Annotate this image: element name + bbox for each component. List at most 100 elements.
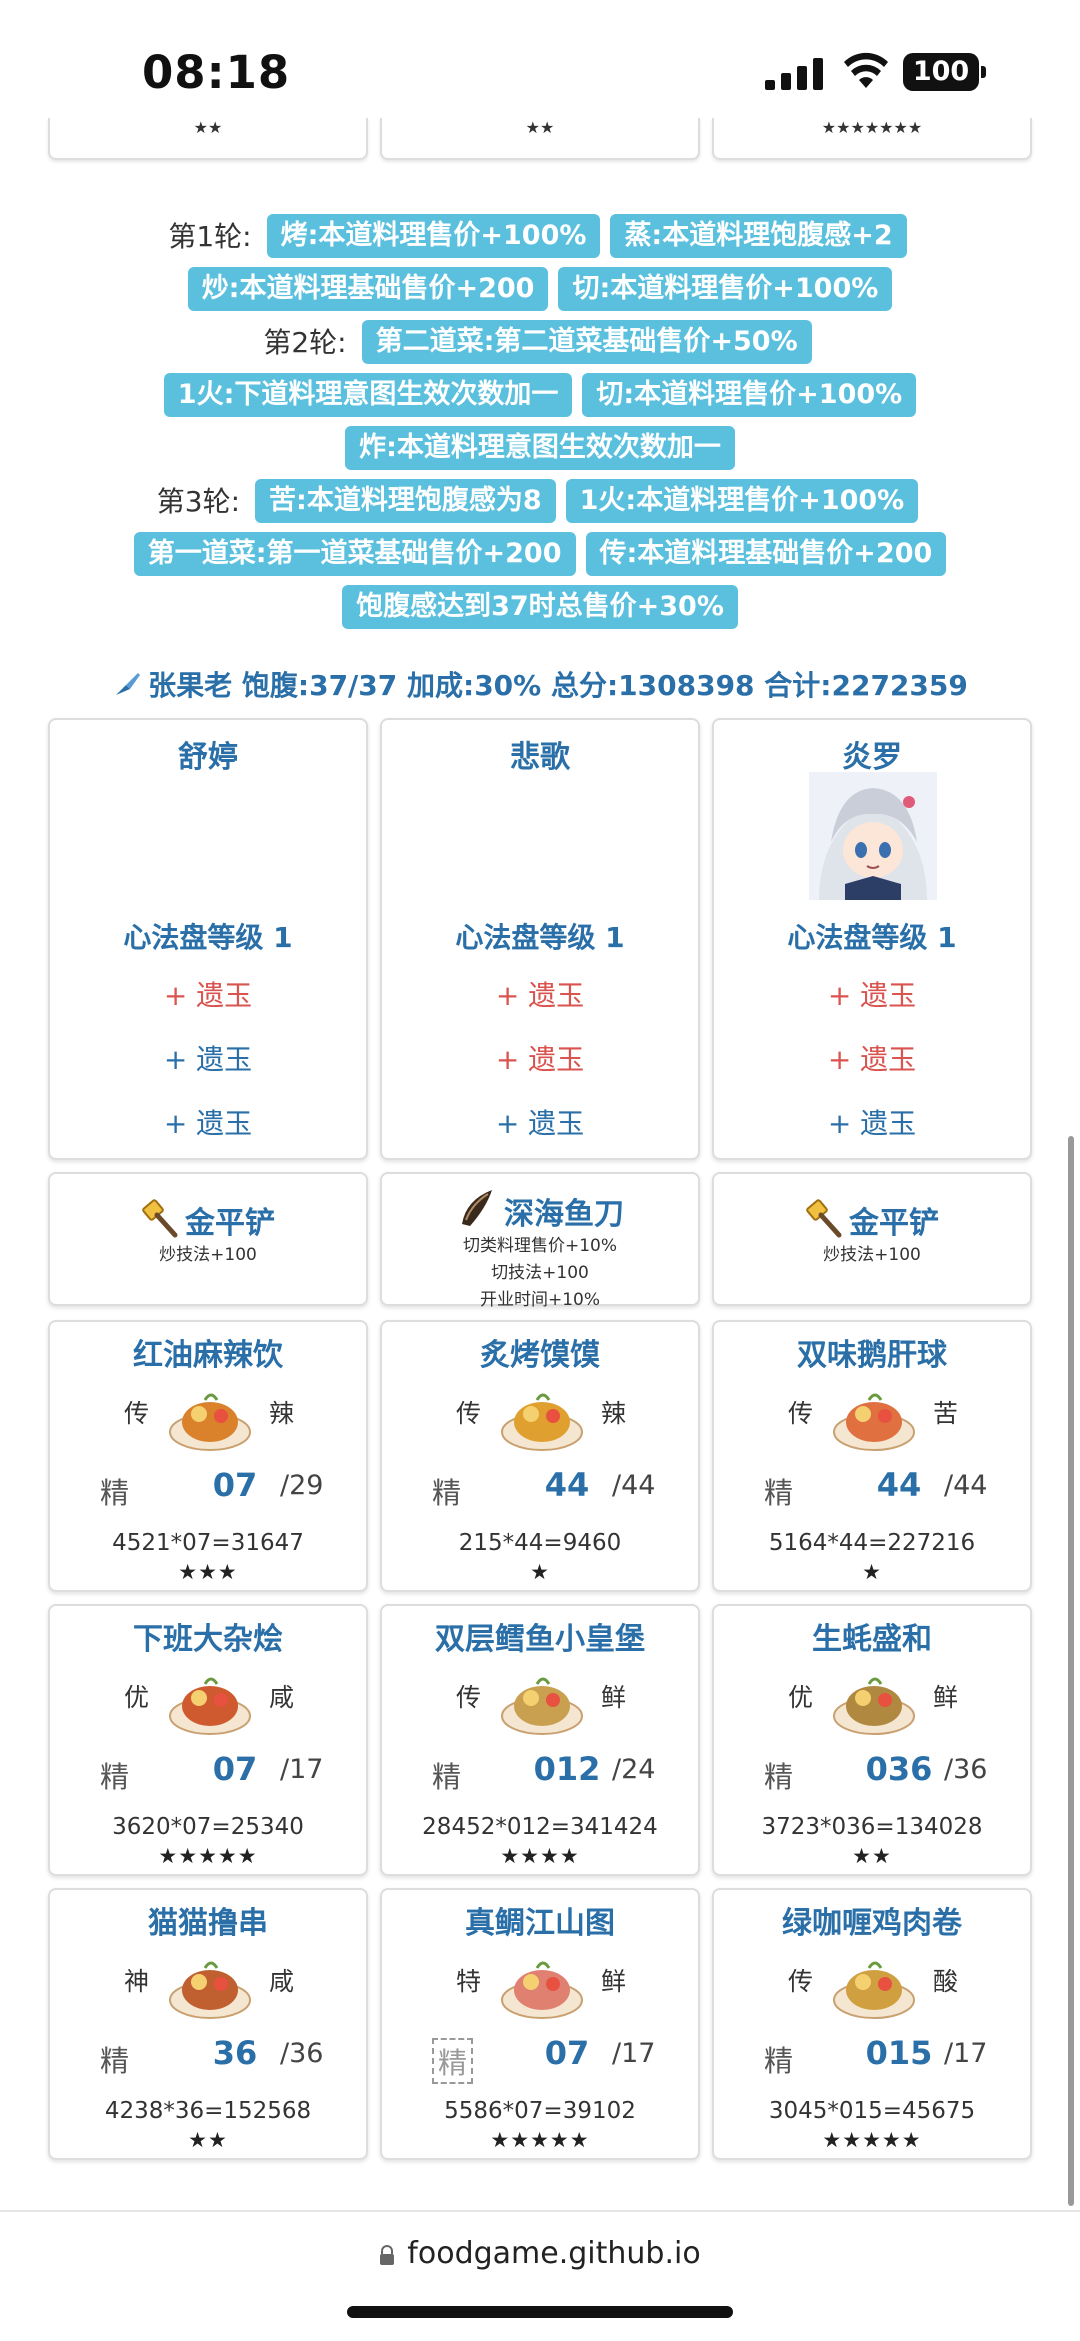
dish-card[interactable]: 红油麻辣饮 传 辣 精 07 /29 4521*07=31647 ★★★ [48,1320,368,1592]
dish-quantity[interactable]: 07 [200,1750,270,1788]
chef-avatar [809,772,937,900]
dish-flavor: 苦 [932,1399,958,1428]
top-card-2: ★★ [380,118,700,160]
dish-card[interactable]: 猫猫撸串 神 咸 精 36 /36 4238*36=152568 ★★ [48,1888,368,2160]
top-card-3: ★★★★★★★ [712,118,1032,160]
dish-price-calc: 4521*07=31647 [112,1530,304,1556]
top-card-stars: ★★ [525,118,555,137]
round-tag: 切:本道料理售价+100% [582,373,917,417]
dish-quantity[interactable]: 07 [532,2034,602,2072]
equipment-label: 金平铲 [185,1206,275,1241]
dish-stars: ★ [862,1560,882,1584]
dish-quantity[interactable]: 015 [864,2034,934,2072]
jade-slot[interactable]: + 遗玉 [714,1038,1030,1078]
cellular-signal-icon [765,58,825,90]
dish-flavor: 辣 [600,1399,626,1428]
top-card-stars: ★★ [193,118,223,137]
dish-max-quantity: /36 [280,2038,324,2069]
round-tag: 蒸:本道料理饱腹感+2 [610,214,907,258]
dish-card[interactable]: 双味鹅肝球 传 苦 精 44 /44 5164*44=227216 ★ [712,1320,1032,1592]
dish-name: 红油麻辣饮 [133,1338,283,1373]
dish-quantity[interactable]: 44 [864,1466,934,1504]
chef-card[interactable]: 炎罗 心法盘等级 1 + 遗玉 + 遗玉 + 遗玉 [712,718,1032,1160]
dish-image [833,1677,915,1735]
summary-text: 张果老 饱腹:37/37 加成:30% 总分:1308398 合计:227235… [148,669,968,702]
dish-quantity[interactable]: 07 [200,1466,270,1504]
spatula-icon [142,1199,178,1238]
wifi-icon [844,52,888,88]
jade-slot[interactable]: + 遗玉 [50,1038,366,1078]
equipment-card[interactable]: 金平铲 炒技法+100 [48,1172,368,1306]
dish-price-calc: 3723*036=134028 [761,1814,983,1840]
jade-slot[interactable]: + 遗玉 [714,1102,1030,1142]
round-tag: 第一道菜:第一道菜基础售价+200 [133,532,576,576]
equipment-name: 深海鱼刀 [382,1186,698,1233]
dish-skill-level: 精 [100,1476,130,1510]
spatula-icon [806,1199,842,1238]
chef-name: 舒婷 [178,740,238,775]
dish-rarity: 传 [456,1399,482,1428]
address-bar[interactable]: foodgame.github.io [0,2236,1080,2271]
dish-stars: ★★★ [178,1560,238,1584]
equipment-name: 金平铲 [50,1198,366,1242]
dish-rarity: 优 [124,1683,150,1712]
dish-quantity[interactable]: 36 [200,2034,270,2072]
dish-name: 双味鹅肝球 [797,1338,947,1373]
url-text: foodgame.github.io [407,2236,701,2271]
chef-card[interactable]: 舒婷心法盘等级 1 + 遗玉 + 遗玉 + 遗玉 [48,718,368,1160]
dish-rarity: 传 [788,1967,814,1996]
dish-max-quantity: /17 [944,2038,988,2069]
dish-name: 双层鳕鱼小皇堡 [435,1622,645,1657]
round-1-line-2: 炒:本道料理基础售价+200 切:本道料理售价+100% [0,261,1080,314]
dish-quantity[interactable]: 012 [532,1750,602,1788]
dish-price-calc: 4238*36=152568 [104,2098,312,2124]
dish-skill-level: 精 [432,1476,462,1510]
rounds-panel: 第1轮: 烤:本道料理售价+100% 蒸:本道料理饱腹感+2 炒:本道料理基础售价+… [0,208,1080,632]
jade-slot[interactable]: + 遗玉 [382,1102,698,1142]
dish-stars: ★★ [188,2128,228,2152]
round-tag: 1火:下道料理意图生效次数加一 [163,373,573,417]
dish-price-calc: 5586*07=39102 [444,2098,636,2124]
mind-plate-level: 心法盘等级 1 [787,921,957,954]
lock-icon [379,2238,395,2265]
round-tag: 1火:本道料理售价+100% [565,479,919,523]
round-2-line-1: 第2轮: 第二道菜:第二道菜基础售价+50% [0,314,1080,367]
dish-skill-level: 精 [432,1760,462,1794]
jade-slot[interactable]: + 遗玉 [50,974,366,1014]
dish-card[interactable]: 双层鳕鱼小皇堡 传 鲜 精 012 /24 28452*012=341424 ★… [380,1604,700,1876]
equipment-effect: 开业时间+10% [479,1290,601,1310]
dish-quantity[interactable]: 44 [532,1466,602,1504]
knife-icon [462,1190,492,1226]
round-tag: 饱腹感达到37时总售价+30% [342,585,738,629]
jade-slot[interactable]: + 遗玉 [714,974,1030,1014]
mind-plate-level: 心法盘等级 1 [123,921,293,954]
dish-card[interactable]: 绿咖喱鸡肉卷 传 酸 精 015 /17 3045*015=45675 ★★★★… [712,1888,1032,2160]
dish-card[interactable]: 真鲷江山图 特 鲜 精 07 /17 5586*07=39102 ★★★★★ [380,1888,700,2160]
chef-name: 炎罗 [842,740,902,775]
dish-max-quantity: /36 [944,1754,988,1785]
dish-skill-level: 精 [764,1476,794,1510]
jade-slot[interactable]: + 遗玉 [382,1038,698,1078]
dish-image [833,1961,915,2019]
dish-skill-level: 精 [100,1760,130,1794]
round-tag: 传:本道料理基础售价+200 [585,532,947,576]
chef-card[interactable]: 悲歌 心法盘等级 1 + 遗玉 + 遗玉 + 遗玉 [380,718,700,1160]
dish-skill-level: 精 [764,2044,794,2078]
jade-slot[interactable]: + 遗玉 [50,1102,366,1142]
dish-stars: ★★ [852,1844,892,1868]
equipment-card[interactable]: 金平铲 炒技法+100 [712,1172,1032,1306]
dish-rarity: 神 [124,1967,150,1996]
dish-skill-level: 精 [432,2038,474,2084]
scrollbar[interactable] [1068,1136,1074,2206]
dish-quantity[interactable]: 036 [864,1750,934,1788]
dish-card[interactable]: 下班大杂烩 优 咸 精 07 /17 3620*07=25340 ★★★★★ [48,1604,368,1876]
round-tag: 切:本道料理售价+100% [558,267,893,311]
equipment-card[interactable]: 深海鱼刀 切类料理售价+10% 切技法+100 开业时间+10% [380,1172,700,1310]
dish-card[interactable]: 生蚝盛和 优 鲜 精 036 /36 3723*036=134028 ★★ [712,1604,1032,1876]
mind-plate-level: 心法盘等级 1 [455,921,625,954]
dish-stars: ★★★★★ [490,2128,590,2152]
dish-rarity: 传 [456,1683,482,1712]
home-indicator[interactable] [347,2306,733,2318]
dish-card[interactable]: 炙烤馍馍 传 辣 精 44 /44 215*44=9460 ★ [380,1320,700,1592]
jade-slot[interactable]: + 遗玉 [382,974,698,1014]
